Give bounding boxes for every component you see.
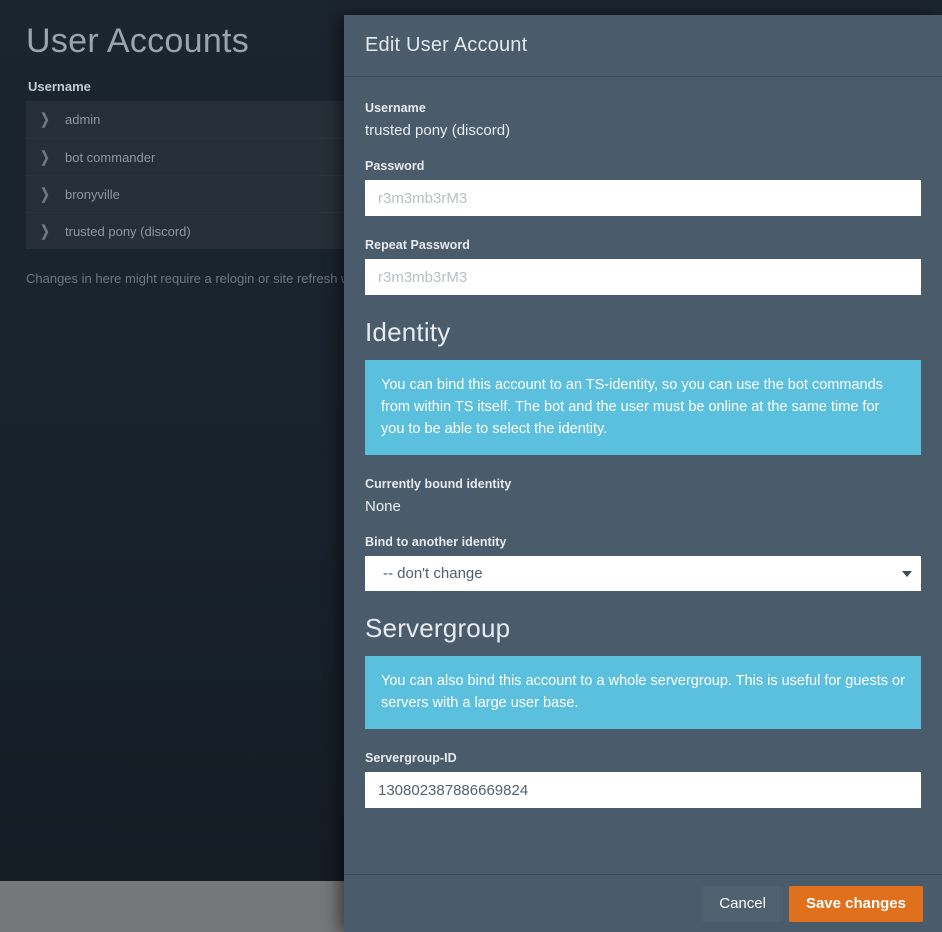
page-note: Changes in here might require a relogin … <box>26 271 365 286</box>
chevron-right-icon: ❯ <box>40 222 50 240</box>
repeat-password-input[interactable] <box>365 259 921 295</box>
dialog-title: Edit User Account <box>365 34 528 56</box>
servergroup-info-box: You can also bind this account to a whol… <box>365 656 921 730</box>
repeat-password-label: Repeat Password <box>365 238 470 252</box>
servergroup-id-input[interactable] <box>365 772 921 809</box>
edit-user-account-dialog: Edit User Account Username trusted pony … <box>344 15 942 932</box>
dialog-body: Username trusted pony (discord) Password… <box>344 77 942 874</box>
identity-info-box: You can bind this account to an TS-ident… <box>365 360 921 456</box>
password-label: Password <box>365 159 425 173</box>
bind-identity-select[interactable]: -- don't change <box>365 556 921 592</box>
list-item-label: trusted pony (discord) <box>65 223 191 239</box>
bind-identity-select-wrapper: -- don't change <box>365 556 921 592</box>
list-item-label: admin <box>65 112 101 127</box>
currently-bound-identity-value: None <box>365 498 401 516</box>
page-title: User Accounts <box>26 22 250 60</box>
password-input[interactable] <box>365 180 921 216</box>
currently-bound-identity-label: Currently bound identity <box>365 477 512 492</box>
list-item-label: bot commander <box>65 149 156 165</box>
username-value: trusted pony (discord) <box>365 122 511 139</box>
identity-heading: Identity <box>365 317 451 347</box>
servergroup-heading: Servergroup <box>365 613 511 644</box>
app-root: User Accounts Username ❯ admin ❯ bot com… <box>0 0 942 932</box>
servergroup-id-label: Servergroup-ID <box>365 751 457 766</box>
username-column-header: Username <box>28 79 91 94</box>
list-item-label: bronyville <box>65 186 120 202</box>
username-label: Username <box>365 101 426 115</box>
dialog-header: Edit User Account <box>344 15 942 77</box>
cancel-button[interactable]: Cancel <box>702 885 783 922</box>
chevron-right-icon: ❯ <box>40 185 50 203</box>
chevron-right-icon: ❯ <box>40 148 50 166</box>
dialog-footer: Cancel Save changes <box>344 874 942 932</box>
chevron-right-icon: ❯ <box>40 111 50 128</box>
save-changes-button[interactable]: Save changes <box>788 885 923 922</box>
bind-identity-label: Bind to another identity <box>365 535 507 550</box>
